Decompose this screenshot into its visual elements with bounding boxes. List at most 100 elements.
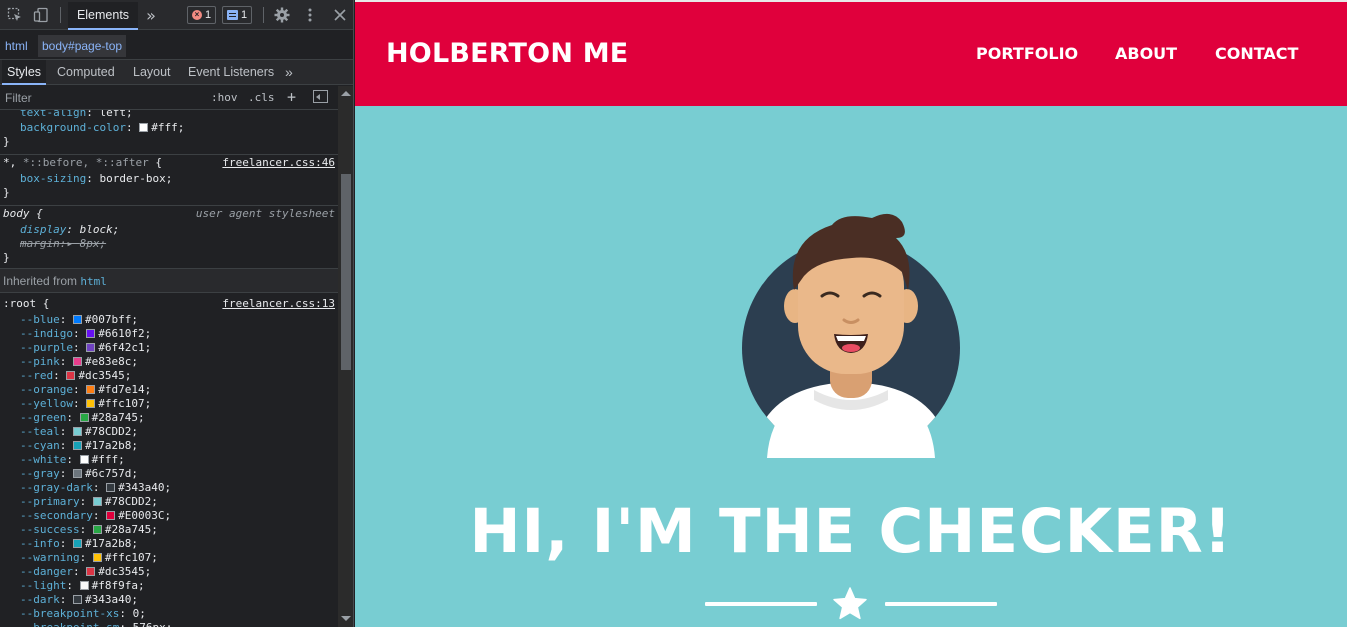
breadcrumb-html[interactable]: html [1,35,32,57]
color-swatch[interactable] [79,581,89,590]
styles-pane: text-align: left; background-color: #fff… [0,110,338,627]
color-swatch[interactable] [92,525,102,534]
tab-styles[interactable]: Styles [2,60,47,85]
selector-dim: ::before, *::after [29,156,149,169]
cls-toggle[interactable]: .cls [248,91,275,104]
color-swatch[interactable] [86,385,96,394]
css-variable[interactable]: --cyan: #17a2b8; [3,439,138,453]
scrollbar-thumb[interactable] [341,174,351,370]
css-variable-name: --light [20,579,67,592]
tab-event-listeners[interactable]: Event Listeners [183,60,279,85]
css-declaration[interactable]: display: block; [3,223,119,237]
css-variable[interactable]: --danger: #dc3545; [3,565,151,579]
css-variable-name: --cyan [20,439,60,452]
messages-badge[interactable]: 1 [222,6,253,24]
css-variable[interactable]: --blue: #007bff; [3,313,138,327]
tab-layout[interactable]: Layout [128,60,176,85]
errors-count: 1 [205,9,212,21]
css-variable-value: #17a2b8; [85,439,138,452]
errors-badge[interactable]: × 1 [187,6,217,24]
color-swatch[interactable] [106,511,116,520]
css-selector[interactable]: *, *::before, *::after { [3,156,162,170]
css-variable[interactable]: --dark: #343a40; [3,593,138,607]
css-declaration[interactable]: box-sizing: border-box; [3,172,172,186]
css-variable-value: #f8f9fa; [91,579,145,592]
nav-link-about[interactable]: ABOUT [1115,44,1177,63]
kebab-menu-icon[interactable] [301,0,319,30]
css-variable[interactable]: --gray: #6c757d; [3,467,138,481]
filter-input[interactable]: Filter [5,91,32,105]
color-swatch[interactable] [66,371,76,380]
more-tabs-button[interactable]: » [142,0,160,30]
css-variable[interactable]: --orange: #fd7e14; [3,383,151,397]
css-variable[interactable]: --gray-dark: #343a40; [3,481,171,495]
css-variable[interactable]: --pink: #e83e8c; [3,355,138,369]
inherited-tag[interactable]: html [80,275,107,288]
color-swatch[interactable] [86,329,96,338]
css-variable[interactable]: --secondary: #E0003C; [3,509,171,523]
color-swatch[interactable] [139,123,149,132]
css-variable[interactable]: --teal: #78CDD2; [3,425,138,439]
css-selector[interactable]: body { [3,207,43,221]
css-variable-value: #ffc107; [98,397,152,410]
css-variable[interactable]: --yellow: #ffc107; [3,397,151,411]
css-variable[interactable]: --red: #dc3545; [3,369,131,383]
css-variable[interactable]: --white: #fff; [3,453,125,467]
css-variable[interactable]: --primary: #78CDD2; [3,495,158,509]
close-icon[interactable] [331,0,349,30]
source-link[interactable]: freelancer.css:46 [222,156,335,170]
scroll-up-arrow-icon[interactable] [341,91,351,96]
css-declaration-overridden[interactable]: margin:▸ 8px; [3,237,106,251]
css-variable[interactable]: --green: #28a745; [3,411,145,425]
color-swatch[interactable] [86,399,96,408]
color-swatch[interactable] [73,427,82,436]
css-variable-value: #78CDD2; [85,425,138,438]
color-swatch[interactable] [92,553,102,562]
color-swatch[interactable] [79,455,89,464]
css-variable-value: #28a745; [91,411,145,424]
css-variable[interactable]: --purple: #6f42c1; [3,341,151,355]
color-swatch[interactable] [73,441,82,450]
nav-link-portfolio[interactable]: PORTFOLIO [976,44,1078,63]
css-variable[interactable]: --indigo: #6610f2; [3,327,151,341]
tab-computed[interactable]: Computed [52,60,120,85]
device-toolbar-icon[interactable] [30,0,52,30]
breadcrumb-body[interactable]: body#page-top [38,35,127,57]
css-variable[interactable]: --info: #17a2b8; [3,537,138,551]
sidebar-toggle-icon[interactable] [313,90,328,103]
css-selector[interactable]: :root { [3,297,49,311]
css-declaration[interactable]: text-align: left; [3,110,133,120]
new-rule-button[interactable]: + [287,88,296,106]
css-variable-value: #78CDD2; [104,495,158,508]
styles-scrollbar[interactable] [338,86,353,627]
css-variable-value: #dc3545; [98,565,152,578]
scroll-down-arrow-icon[interactable] [341,616,351,621]
color-swatch[interactable] [73,469,82,478]
css-variable[interactable]: --success: #28a745; [3,523,158,537]
color-swatch[interactable] [73,539,82,548]
tab-elements[interactable]: Elements [68,2,138,30]
css-prop: background-color [20,121,126,134]
css-variable-name: --pink [20,355,60,368]
css-variable[interactable]: --light: #f8f9fa; [3,579,145,593]
hov-toggle[interactable]: :hov [211,91,238,104]
color-swatch[interactable] [73,595,82,604]
css-variable[interactable]: --breakpoint-xs: 0; [3,607,146,621]
color-swatch[interactable] [86,343,96,352]
css-variable[interactable]: --warning: #ffc107; [3,551,158,565]
color-swatch[interactable] [73,315,82,324]
color-swatch[interactable] [92,497,102,506]
color-swatch[interactable] [106,483,116,492]
inspect-element-icon[interactable] [4,0,26,30]
color-swatch[interactable] [79,413,89,422]
color-swatch[interactable] [73,357,82,366]
nav-link-contact[interactable]: CONTACT [1215,44,1298,63]
more-subtabs-button[interactable]: » [280,60,298,85]
css-prop: text-align [20,110,87,119]
source-link[interactable]: freelancer.css:13 [222,297,335,311]
css-declaration[interactable]: background-color: #fff; [3,121,184,135]
css-variable[interactable]: --breakpoint-sm: 576px; [3,621,172,627]
gear-icon[interactable] [272,0,292,30]
color-swatch[interactable] [86,567,96,576]
brand-logo[interactable]: HOLBERTON ME [386,38,628,69]
